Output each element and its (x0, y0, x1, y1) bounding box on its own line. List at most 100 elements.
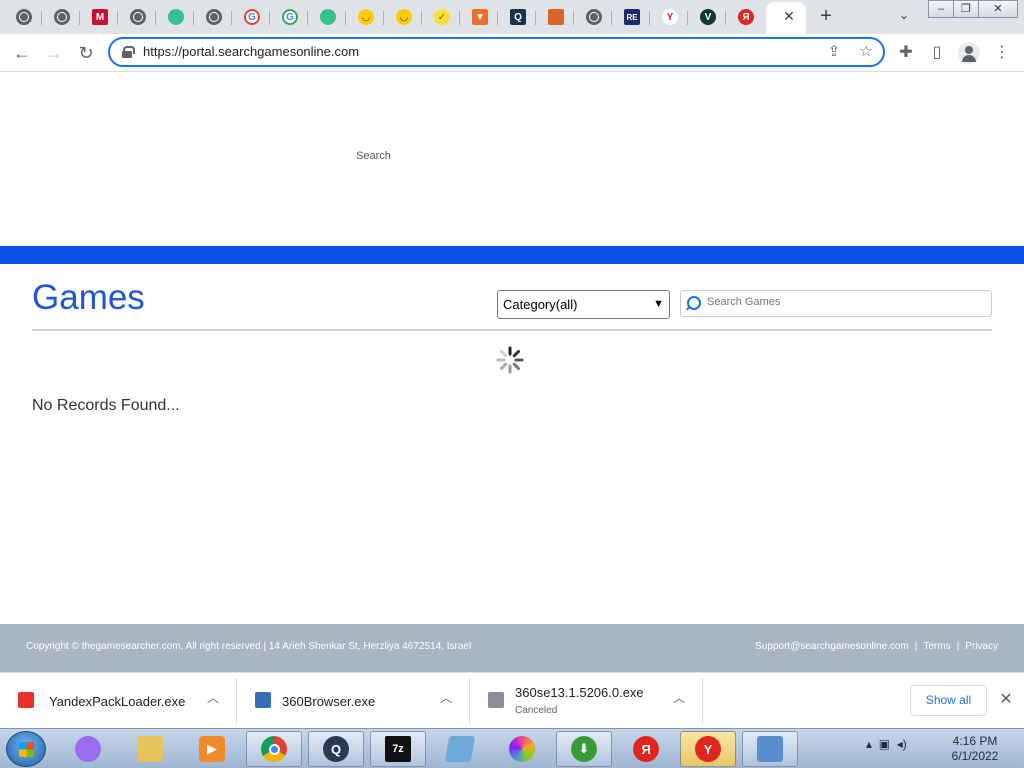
top-search-label[interactable]: Search (356, 150, 391, 162)
chevron-up-icon[interactable]: ︿ (205, 689, 221, 706)
chevron-up-icon[interactable]: ︿ (671, 689, 687, 706)
browser-tab[interactable] (6, 2, 42, 32)
browser-tab[interactable]: G (272, 2, 308, 32)
green-leaf-icon (320, 9, 336, 25)
menu-kebab-icon[interactable]: ⋮ (991, 42, 1013, 64)
browser-tab[interactable]: ◡ (348, 2, 384, 32)
lock-icon[interactable] (122, 46, 135, 58)
url-text[interactable]: https://portal.searchgamesonline.com (143, 44, 359, 59)
restore-button[interactable]: ❐ (953, 0, 979, 18)
reload-icon[interactable]: ↻ (76, 43, 96, 63)
footer-separator: | (914, 641, 918, 652)
browser-tab[interactable] (158, 2, 194, 32)
address-bar[interactable]: https://portal.searchgamesonline.com ⇪ ☆ (108, 37, 885, 67)
media-player-icon[interactable]: ▶ (184, 731, 240, 767)
minimize-button[interactable]: – (928, 0, 954, 18)
browser-tab[interactable] (120, 2, 156, 32)
file-explorer-icon[interactable] (122, 731, 178, 767)
close-icon[interactable]: ✕ (996, 690, 1016, 710)
tab-search-chevron-icon[interactable]: ⌄ (896, 8, 912, 24)
new-tab-button[interactable]: + (816, 6, 836, 26)
browser-tab[interactable]: G (234, 2, 270, 32)
re-logo-icon: RE (624, 9, 640, 25)
no-records-message: No Records Found... (32, 397, 180, 414)
download-arrow-icon[interactable]: ⬇ (556, 731, 612, 767)
forward-arrow-icon[interactable]: → (44, 43, 64, 63)
browser-tab[interactable] (44, 2, 80, 32)
browser-toolbar: ← → ↻ https://portal.searchgamesonline.c… (0, 34, 1024, 72)
download-item[interactable]: 360Browser.exe ︿ (237, 678, 470, 724)
chevron-up-icon[interactable]: ︿ (438, 689, 454, 706)
browser-tab[interactable] (576, 2, 612, 32)
close-tab-icon[interactable]: ✕ (781, 8, 797, 24)
q-app-icon[interactable]: Q (308, 731, 364, 767)
orange-box-icon (548, 9, 564, 25)
system-tray[interactable]: ▴ ▣ ◂) (866, 737, 907, 751)
download-item[interactable]: YandexPackLoader.exe ︿ (0, 678, 237, 724)
yandex-browser-icon[interactable]: Y (680, 731, 736, 767)
terms-link[interactable]: Terms (923, 641, 950, 652)
share-icon[interactable]: ⇪ (825, 43, 843, 61)
extensions-puzzle-icon[interactable]: ✚ (895, 42, 917, 64)
category-select-value: Category(all) (503, 297, 578, 312)
browser-tab[interactable] (310, 2, 346, 32)
start-button[interactable] (6, 731, 46, 767)
loading-spinner-icon (496, 346, 524, 374)
download-status: Canceled (515, 705, 558, 716)
support-email-link[interactable]: Support@searchgamesonline.com (755, 641, 909, 652)
download-shelf: YandexPackLoader.exe ︿ 360Browser.exe ︿ … (0, 672, 1024, 728)
yellow-check-icon: ✓ (434, 9, 450, 25)
show-all-button[interactable]: Show all (910, 685, 987, 716)
search-games-input[interactable] (707, 296, 977, 308)
browser-tab[interactable]: V (690, 2, 726, 32)
page-footer: Copyright © thegamesearcher.com, All rig… (0, 624, 1024, 672)
orange-shield-icon: ▼ (472, 9, 488, 25)
browser-tab[interactable]: RE (614, 2, 650, 32)
profile-avatar-icon[interactable] (958, 42, 980, 64)
browser-tab[interactable]: Я (728, 2, 764, 32)
browser-tab[interactable] (196, 2, 232, 32)
footer-links: Support@searchgamesonline.com | Terms | … (755, 641, 998, 652)
y-logo-icon: Y (662, 9, 678, 25)
yellow-smile-icon: ◡ (396, 9, 412, 25)
globe-icon (16, 9, 32, 25)
browser-tab[interactable]: ✓ (424, 2, 460, 32)
installer-file-icon (255, 692, 271, 708)
browser-tab[interactable]: Q (500, 2, 536, 32)
google-g-icon: G (282, 9, 298, 25)
browser-tab[interactable]: Y (652, 2, 688, 32)
clock[interactable]: 4:16 PM 6/1/2022 (940, 734, 1010, 764)
color-wheel-icon[interactable] (494, 731, 550, 767)
alice-icon[interactable] (60, 731, 116, 767)
control-panel-icon[interactable] (742, 731, 798, 767)
notepad-icon[interactable] (432, 731, 488, 767)
download-item[interactable]: 360se13.1.5206.0.exe Canceled ︿ (470, 678, 703, 724)
tab-strip: M G G ◡ ◡ ✓ ▼ Q RE Y V Я ✕ + ⌄ – ❐ ✕ (0, 0, 1024, 34)
browser-tab[interactable]: ▼ (462, 2, 498, 32)
divider (32, 329, 992, 331)
category-select[interactable]: Category(all) ▼ (497, 290, 670, 319)
header-blue-bar (0, 246, 1024, 264)
yandex-app-icon[interactable]: Я (618, 731, 674, 767)
q-logo-icon: Q (510, 9, 526, 25)
search-games-field[interactable] (680, 290, 992, 317)
footer-separator: | (956, 641, 960, 652)
download-filename: 360Browser.exe (282, 694, 376, 709)
side-panel-icon[interactable]: ▯ (926, 42, 948, 64)
7zip-icon[interactable]: 7z (370, 731, 426, 767)
close-window-button[interactable]: ✕ (978, 0, 1018, 18)
browser-tab[interactable]: M (82, 2, 118, 32)
yandex-installer-icon (18, 692, 34, 708)
bookmark-star-icon[interactable]: ☆ (857, 43, 875, 61)
v-logo-icon: V (700, 9, 716, 25)
back-arrow-icon[interactable]: ← (12, 43, 32, 63)
chrome-icon[interactable] (246, 731, 302, 767)
browser-tab[interactable] (538, 2, 574, 32)
browser-tab[interactable]: ◡ (386, 2, 422, 32)
clock-time: 4:16 PM (952, 734, 998, 748)
clock-date: 6/1/2022 (951, 749, 999, 763)
m-logo-icon: M (92, 9, 108, 25)
privacy-link[interactable]: Privacy (965, 641, 998, 652)
chevron-down-icon: ▼ (653, 298, 664, 310)
page-title: Games (32, 278, 145, 317)
